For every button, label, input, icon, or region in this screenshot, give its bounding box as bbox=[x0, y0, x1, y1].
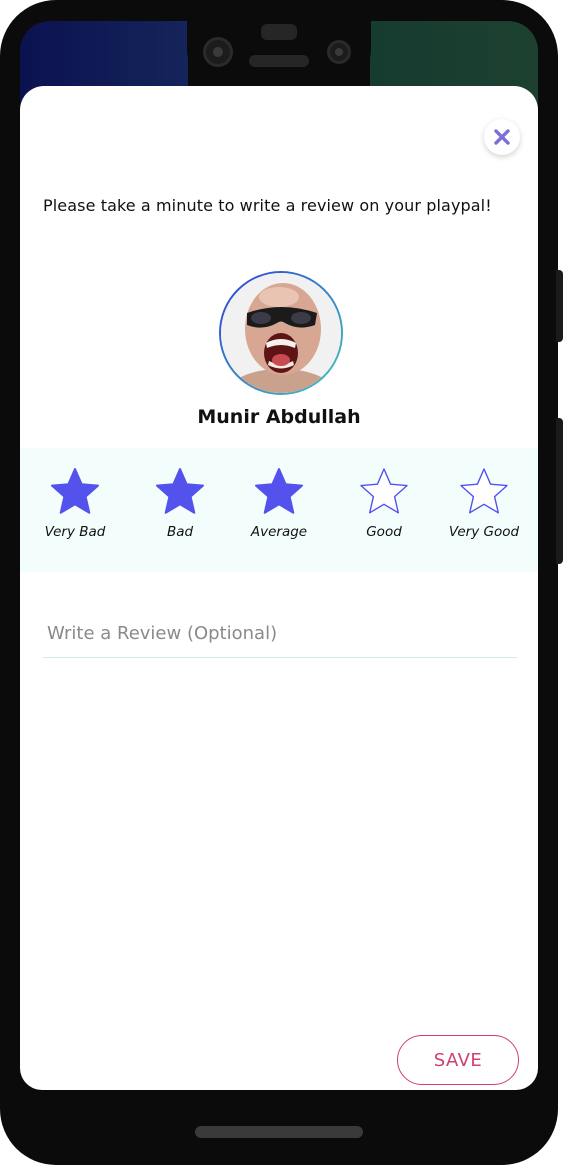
avatar bbox=[219, 271, 343, 395]
rating-label: Very Bad bbox=[44, 524, 106, 540]
avatar-photo bbox=[221, 273, 341, 393]
rating-label: Good bbox=[366, 524, 402, 540]
review-prompt: Please take a minute to write a review o… bbox=[43, 196, 492, 215]
rating-bad[interactable]: Bad bbox=[128, 466, 232, 540]
home-indicator bbox=[195, 1126, 363, 1138]
rating-label: Average bbox=[250, 524, 308, 540]
volume-button bbox=[556, 418, 563, 564]
rating-average[interactable]: Average bbox=[227, 466, 331, 540]
rating-selector: Very Bad Bad Average Good Very Good bbox=[20, 448, 538, 572]
star-filled-icon bbox=[156, 468, 204, 514]
rating-label: Bad bbox=[166, 524, 194, 540]
rating-very-bad[interactable]: Very Bad bbox=[23, 466, 127, 540]
star-outline-icon bbox=[360, 468, 408, 514]
front-camera-icon bbox=[203, 37, 233, 67]
star-filled-icon bbox=[255, 468, 303, 514]
rating-label: Very Good bbox=[448, 524, 520, 540]
star-filled-icon bbox=[51, 468, 99, 514]
sensor-icon bbox=[327, 40, 351, 64]
phone-frame: Please take a minute to write a review o… bbox=[0, 0, 563, 1165]
save-button[interactable]: SAVE bbox=[397, 1035, 519, 1085]
speaker-grille bbox=[249, 55, 309, 67]
avatar-image bbox=[221, 273, 341, 393]
close-button[interactable] bbox=[484, 119, 520, 155]
power-button bbox=[556, 270, 563, 342]
rating-very-good[interactable]: Very Good bbox=[432, 466, 536, 540]
close-icon bbox=[494, 129, 510, 145]
user-name: Munir Abdullah bbox=[197, 406, 361, 428]
earpiece bbox=[261, 24, 297, 40]
rating-good[interactable]: Good bbox=[332, 466, 436, 540]
camera-notch bbox=[187, 0, 371, 84]
review-modal: Please take a minute to write a review o… bbox=[20, 86, 538, 1090]
review-input[interactable] bbox=[43, 610, 517, 658]
star-outline-icon bbox=[460, 468, 508, 514]
